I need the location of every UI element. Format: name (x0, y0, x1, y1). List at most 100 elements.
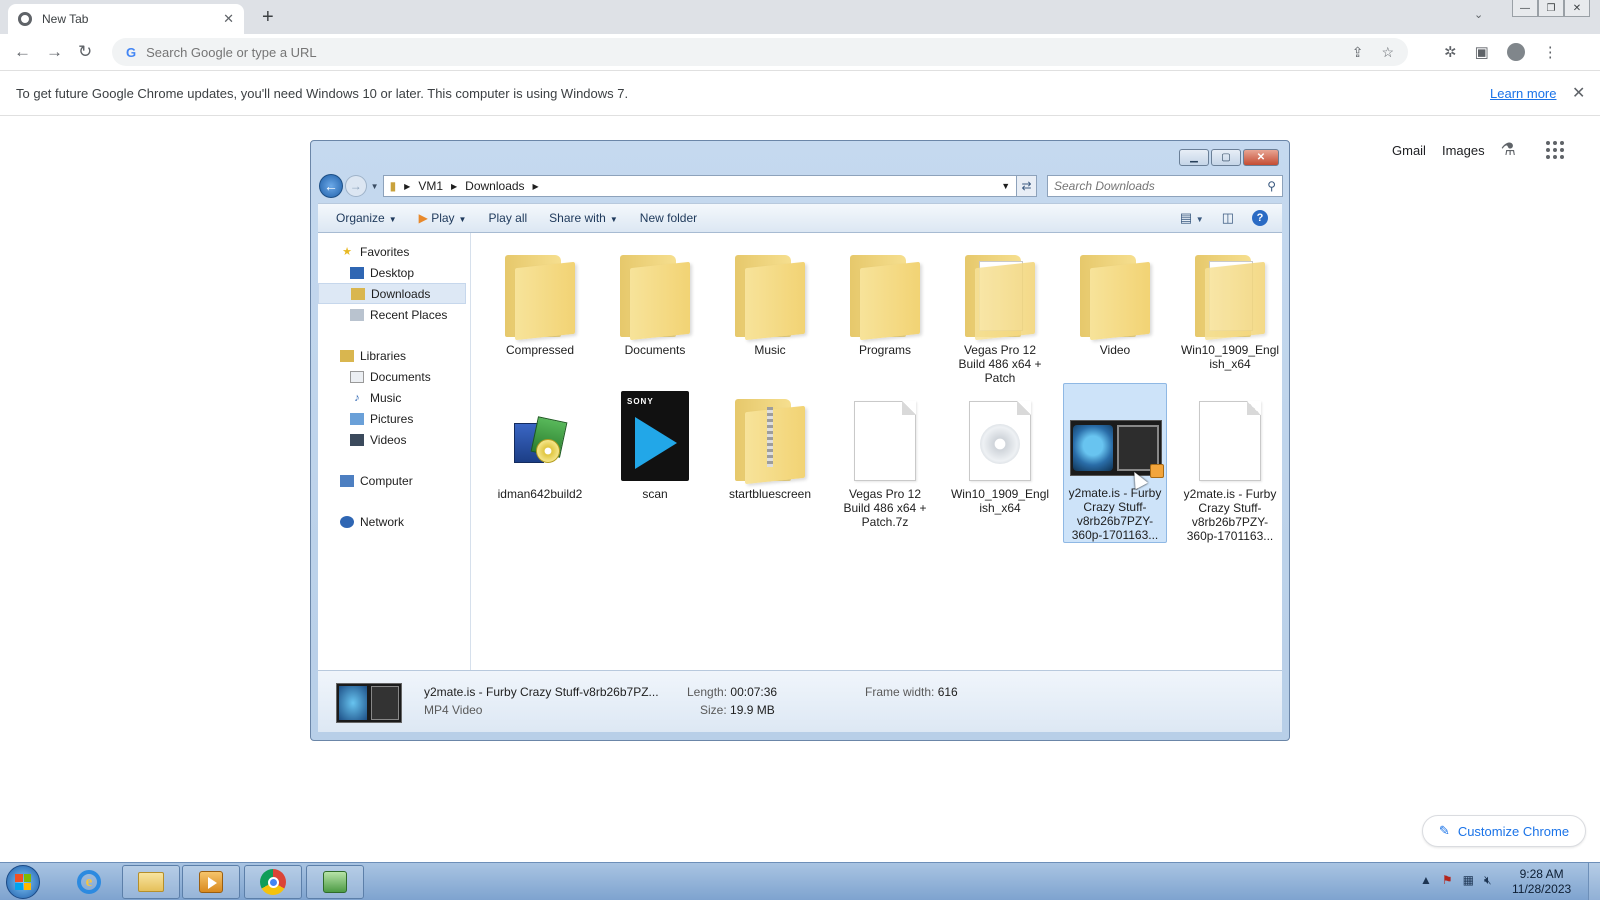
preview-pane-icon[interactable]: ◫ (1222, 210, 1234, 226)
images-link[interactable]: Images (1442, 143, 1485, 158)
omnibox-input[interactable] (146, 44, 947, 60)
taskbar-app[interactable] (306, 865, 364, 899)
menu-kebab-icon[interactable]: ⋮ (1543, 43, 1558, 61)
new-folder-button[interactable]: New folder (640, 211, 697, 225)
nav-videos[interactable]: Videos (318, 429, 470, 450)
explorer-close-button[interactable]: ✕ (1243, 149, 1279, 166)
nav-recent-places[interactable]: Recent Places (318, 304, 470, 325)
show-desktop-button[interactable] (1588, 863, 1600, 900)
file-item[interactable]: Compressed (488, 241, 592, 357)
infobar-close-icon[interactable]: ✕ (1572, 83, 1585, 103)
chrome-icon (260, 869, 286, 895)
minimize-button[interactable]: — (1512, 0, 1538, 17)
nav-desktop[interactable]: Desktop (318, 262, 470, 283)
file-item[interactable]: idman642build2 (488, 385, 592, 501)
apps-grid-icon[interactable] (1545, 141, 1564, 159)
nav-libraries[interactable]: Libraries (318, 345, 470, 366)
explorer-address-bar[interactable]: ▮ ▶ VM1 ▶ Downloads ▶ ▼ (382, 175, 1018, 197)
nav-pictures[interactable]: Pictures (318, 408, 470, 429)
file-item-selected[interactable]: y2mate.is - Furby Crazy Stuff-v8rb26b7PZ… (1063, 383, 1167, 543)
breadcrumb-vm1[interactable]: VM1 (418, 179, 443, 193)
details-size: Size: 19.9 MB (700, 703, 775, 717)
file-item[interactable]: Win10_1909_English_x64 (1178, 241, 1282, 371)
file-item[interactable]: Vegas Pro 12 Build 486 x64 + Patch (948, 241, 1052, 385)
file-item[interactable]: Video (1063, 241, 1167, 357)
profile-avatar-icon[interactable] (1506, 43, 1525, 61)
file-item[interactable]: Programs (833, 241, 937, 357)
close-tab-icon[interactable]: ✕ (223, 11, 234, 27)
star-icon: ★ (342, 246, 352, 258)
explorer-search-input[interactable] (1053, 179, 1254, 193)
explorer-search-box[interactable]: ⚲ (1046, 175, 1284, 197)
sony-vegas-icon: SONY (621, 391, 689, 481)
file-icon (1199, 401, 1261, 481)
explorer-forward-icon[interactable]: → (344, 175, 367, 197)
explorer-address-row: ← → ▼ ▮ ▶ VM1 ▶ Downloads ▶ ▼ ⇄ ⚲ (319, 173, 1284, 199)
start-button[interactable] (6, 865, 40, 899)
explorer-minimize-button[interactable]: ▁ (1179, 149, 1209, 166)
customize-chrome-button[interactable]: ✎ Customize Chrome (1422, 815, 1586, 847)
explorer-refresh-icon[interactable]: ⇄ (1017, 175, 1037, 197)
omnibox[interactable]: G ⇪ ☆ (112, 38, 1408, 66)
search-icon[interactable]: ⚲ (1267, 179, 1276, 193)
explorer-maximize-button[interactable]: ▢ (1211, 149, 1241, 166)
action-center-flag-icon[interactable]: ⚑ (1442, 873, 1453, 888)
taskbar-chrome[interactable] (244, 865, 302, 899)
volume-muted-icon[interactable]: 🔇︎ (1484, 873, 1492, 888)
clock-date: 11/28/2023 (1512, 882, 1572, 896)
installer-icon (510, 409, 570, 469)
learn-more-link[interactable]: Learn more (1490, 86, 1556, 101)
restore-button[interactable]: ❐ (1538, 0, 1564, 17)
nav-computer[interactable]: Computer (318, 470, 470, 491)
tab-search-icon[interactable]: ⌄ (1474, 8, 1483, 21)
clock-time: 9:28 AM (1519, 867, 1564, 881)
tab-new-tab[interactable]: New Tab ✕ (8, 4, 244, 34)
play-button[interactable]: ▶ Play ▼ (419, 211, 467, 225)
nav-downloads[interactable]: Downloads (318, 283, 466, 304)
breadcrumb-downloads[interactable]: Downloads (465, 179, 524, 193)
share-with-button[interactable]: Share with ▼ (549, 211, 618, 225)
nav-network[interactable]: Network (318, 511, 470, 532)
recent-pages-icon[interactable]: ▼ (371, 182, 379, 191)
help-icon[interactable]: ? (1252, 210, 1268, 226)
new-tab-button[interactable]: + (262, 6, 274, 29)
close-button[interactable]: ✕ (1564, 0, 1590, 17)
reload-icon[interactable]: ↻ (78, 42, 92, 62)
taskbar-file-explorer[interactable] (122, 865, 180, 899)
bookmark-star-icon[interactable]: ☆ (1381, 44, 1394, 61)
play-icon: ▶ (418, 211, 428, 225)
play-all-button[interactable]: Play all (488, 211, 527, 225)
share-icon[interactable]: ⇪ (1352, 44, 1364, 61)
taskbar-clock[interactable]: 9:28 AM 11/28/2023 (1512, 867, 1571, 897)
folder-icon (850, 255, 920, 341)
change-view-icon[interactable]: ▤ ▼ (1180, 210, 1204, 226)
details-length: Length: 00:07:36 (687, 685, 778, 699)
file-item[interactable]: Documents (603, 241, 707, 357)
address-dropdown-icon[interactable]: ▼ (1001, 181, 1010, 191)
side-panel-icon[interactable]: ▣ (1475, 43, 1489, 61)
file-item[interactable]: Music (718, 241, 822, 357)
taskbar-media-player[interactable] (182, 865, 240, 899)
file-item[interactable]: startbluescreen (718, 385, 822, 501)
nav-favorites[interactable]: ★ Favorites (318, 241, 470, 262)
labs-flask-icon[interactable]: ⚗ (1501, 140, 1516, 160)
explorer-window-controls: ▁ ▢ ✕ (1179, 149, 1279, 166)
explorer-window: ▁ ▢ ✕ ← → ▼ ▮ ▶ VM1 ▶ Downloads ▶ ▼ ⇄ ⚲ … (310, 140, 1290, 741)
network-status-icon[interactable]: ▦ (1463, 873, 1474, 888)
nav-documents[interactable]: Documents (318, 366, 470, 387)
extensions-puzzle-icon[interactable]: ✲ (1444, 43, 1457, 61)
file-item[interactable]: Win10_1909_English_x64 (948, 385, 1052, 515)
organize-button[interactable]: Organize ▼ (336, 211, 397, 225)
file-item[interactable]: SONY scan (603, 385, 707, 501)
taskbar-internet-explorer[interactable]: e (60, 865, 118, 899)
forward-arrow-icon[interactable]: → (46, 42, 63, 62)
explorer-back-icon[interactable]: ← (319, 174, 343, 198)
file-item-label: Vegas Pro 12 Build 486 x64 + Patch.7z (843, 487, 927, 529)
file-item[interactable]: Vegas Pro 12 Build 486 x64 + Patch.7z (833, 385, 937, 529)
nav-music[interactable]: ♪ Music (318, 387, 470, 408)
show-hidden-icons-icon[interactable]: ▲ (1420, 873, 1432, 888)
file-item-label: Win10_1909_English_x64 (950, 487, 1050, 515)
back-arrow-icon[interactable]: ← (14, 42, 31, 62)
file-item[interactable]: y2mate.is - Furby Crazy Stuff-v8rb26b7PZ… (1178, 385, 1282, 543)
gmail-link[interactable]: Gmail (1392, 143, 1426, 158)
